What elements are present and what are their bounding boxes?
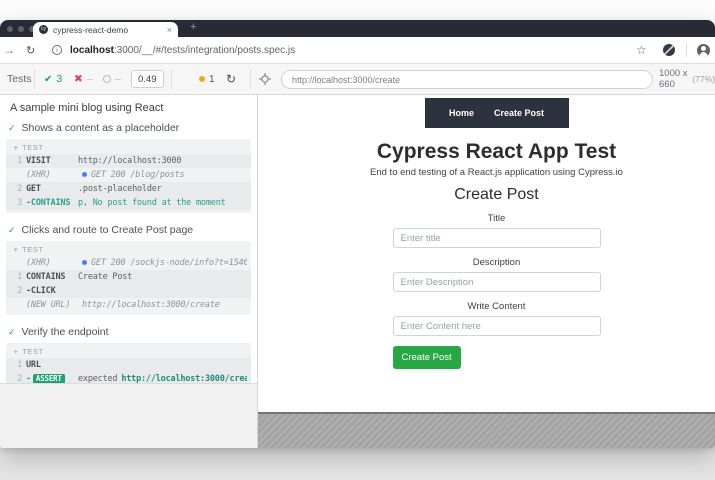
command-row[interactable]: 1 CONTAINS Create Post [6,270,251,284]
pending-count[interactable]: – [103,64,121,94]
url-path: :3000/__/#/tests/integration/posts.spec.… [114,45,295,56]
tab-close-icon[interactable]: × [167,25,172,35]
app-heading: Cypress React App Test [268,140,715,164]
check-icon: ✓ [8,123,16,134]
xhr-row[interactable]: (XHR) GET 200 /blog/posts [6,168,251,182]
create-post-button[interactable]: Create Post [393,346,461,369]
duration-badge: 0.49 [131,70,164,88]
test-title-1[interactable]: ✓ Shows a content as a placeholder [0,119,257,136]
form-heading: Create Post [268,186,715,204]
toolbar-divider [250,69,251,89]
viewport-overflow-band [258,412,715,448]
command-log-2: ▾ TEST (XHR) GET 200 /sockjs-node/info?t… [6,241,251,315]
browser-tab[interactable]: cy cypress-react-demo × [33,22,178,37]
address-bar[interactable]: localhost:3000/__/#/tests/integration/po… [70,37,295,63]
nav-link-create-post[interactable]: Create Post [494,108,544,118]
xhr-dot-icon [82,260,87,265]
assert-badge: ASSERT [33,374,65,384]
aut-url-field[interactable]: http://localhost:3000/create [281,70,653,89]
suite-title[interactable]: A sample mini blog using React [0,95,257,119]
xhr-dot-icon [82,172,87,177]
assert-row[interactable]: 2 - ASSERT expectedhttp://localhost:3000… [6,372,251,384]
xhr-row[interactable]: (XHR) GET 200 /sockjs-node/info?t=154686… [6,256,251,270]
toolbar-divider [34,69,35,89]
browser-window: cy cypress-react-demo × + → ↻ i localhos… [0,20,715,448]
app-subtitle: End to end testing of a React.js applica… [268,167,715,178]
window-controls[interactable] [7,26,35,32]
url-host: localhost [70,45,114,56]
description-input[interactable] [393,272,601,292]
new-tab-button[interactable]: + [190,21,196,33]
assertion-row[interactable]: 3 -CONTAINS p, No post found at the mome… [6,196,251,210]
command-row[interactable]: 2 -CLICK [6,284,251,298]
window-minimize-button[interactable] [18,26,24,32]
reload-icon[interactable]: ↻ [26,37,35,63]
new-url-row[interactable]: (NEW URL) http://localhost:3000/create [6,298,251,312]
cypress-runner-toolbar: Tests ✔ 3 ✖ – – 0.49 1 ↻ http://localhos… [0,64,715,95]
failed-cross-icon: ✖ [74,73,83,85]
test-block-header[interactable]: ▾ TEST [6,345,251,358]
command-row[interactable]: 1 URL [6,358,251,372]
failed-count[interactable]: ✖ – [74,64,93,94]
command-row[interactable]: 2 GET .post-placeholder [6,182,251,196]
selector-playground-icon[interactable] [259,64,271,94]
restart-tests-icon[interactable]: ↻ [226,64,236,94]
viewport-size: 1000 x 660 (77%) [659,64,715,94]
caret-down-icon: ▾ [14,348,18,356]
content-input[interactable] [393,316,601,336]
passed-count[interactable]: ✔ 3 [44,64,62,94]
aut-preview: Home Create Post Cypress React App Test … [258,95,715,448]
viewport-scale: (77%) [692,74,715,84]
test-block-header[interactable]: ▾ TEST [6,243,251,256]
passed-check-icon: ✔ [44,74,52,85]
pinned-indicator[interactable]: 1 [199,64,215,94]
check-icon: ✓ [8,225,16,236]
caret-down-icon: ▾ [14,246,18,254]
description-label: Description [268,257,715,268]
cypress-reporter-panel: A sample mini blog using React ✓ Shows a… [0,95,258,448]
toolbar-divider [171,69,172,89]
nav-link-home[interactable]: Home [449,108,474,118]
test-title-3[interactable]: ✓ Verify the endpoint [0,323,257,340]
title-label: Title [268,213,715,224]
check-icon: ✓ [8,327,16,338]
title-input[interactable] [393,228,601,248]
profile-avatar-icon[interactable] [697,37,710,63]
test-title-2[interactable]: ✓ Clicks and route to Create Post page [0,221,257,238]
test-block-header[interactable]: ▾ TEST [6,141,251,154]
site-info-icon[interactable]: i [52,37,62,63]
tab-strip: cy cypress-react-demo × + [0,20,715,37]
pending-circle-icon [103,75,111,83]
forward-icon[interactable]: → [3,37,15,63]
command-row[interactable]: 1 VISIT http://localhost:3000 [6,154,251,168]
window-close-button[interactable] [7,26,13,32]
bookmark-star-icon[interactable]: ☆ [636,37,647,63]
tab-title: cypress-react-demo [53,25,162,35]
toolbar-divider [686,43,687,57]
tests-label[interactable]: Tests [7,64,32,94]
pin-dot-icon [199,76,205,82]
cypress-favicon-icon: cy [39,25,48,34]
command-log-1: ▾ TEST 1 VISIT http://localhost:3000 (XH… [6,139,251,213]
content-label: Write Content [268,301,715,312]
caret-down-icon: ▾ [14,144,18,152]
browser-toolbar: → ↻ i localhost:3000/__/#/tests/integrat… [0,37,715,64]
app-navbar: Home Create Post [425,98,569,128]
cypress-extension-icon[interactable] [663,37,675,63]
command-log-3: ▾ TEST 1 URL 2 - ASSERT [6,343,251,384]
